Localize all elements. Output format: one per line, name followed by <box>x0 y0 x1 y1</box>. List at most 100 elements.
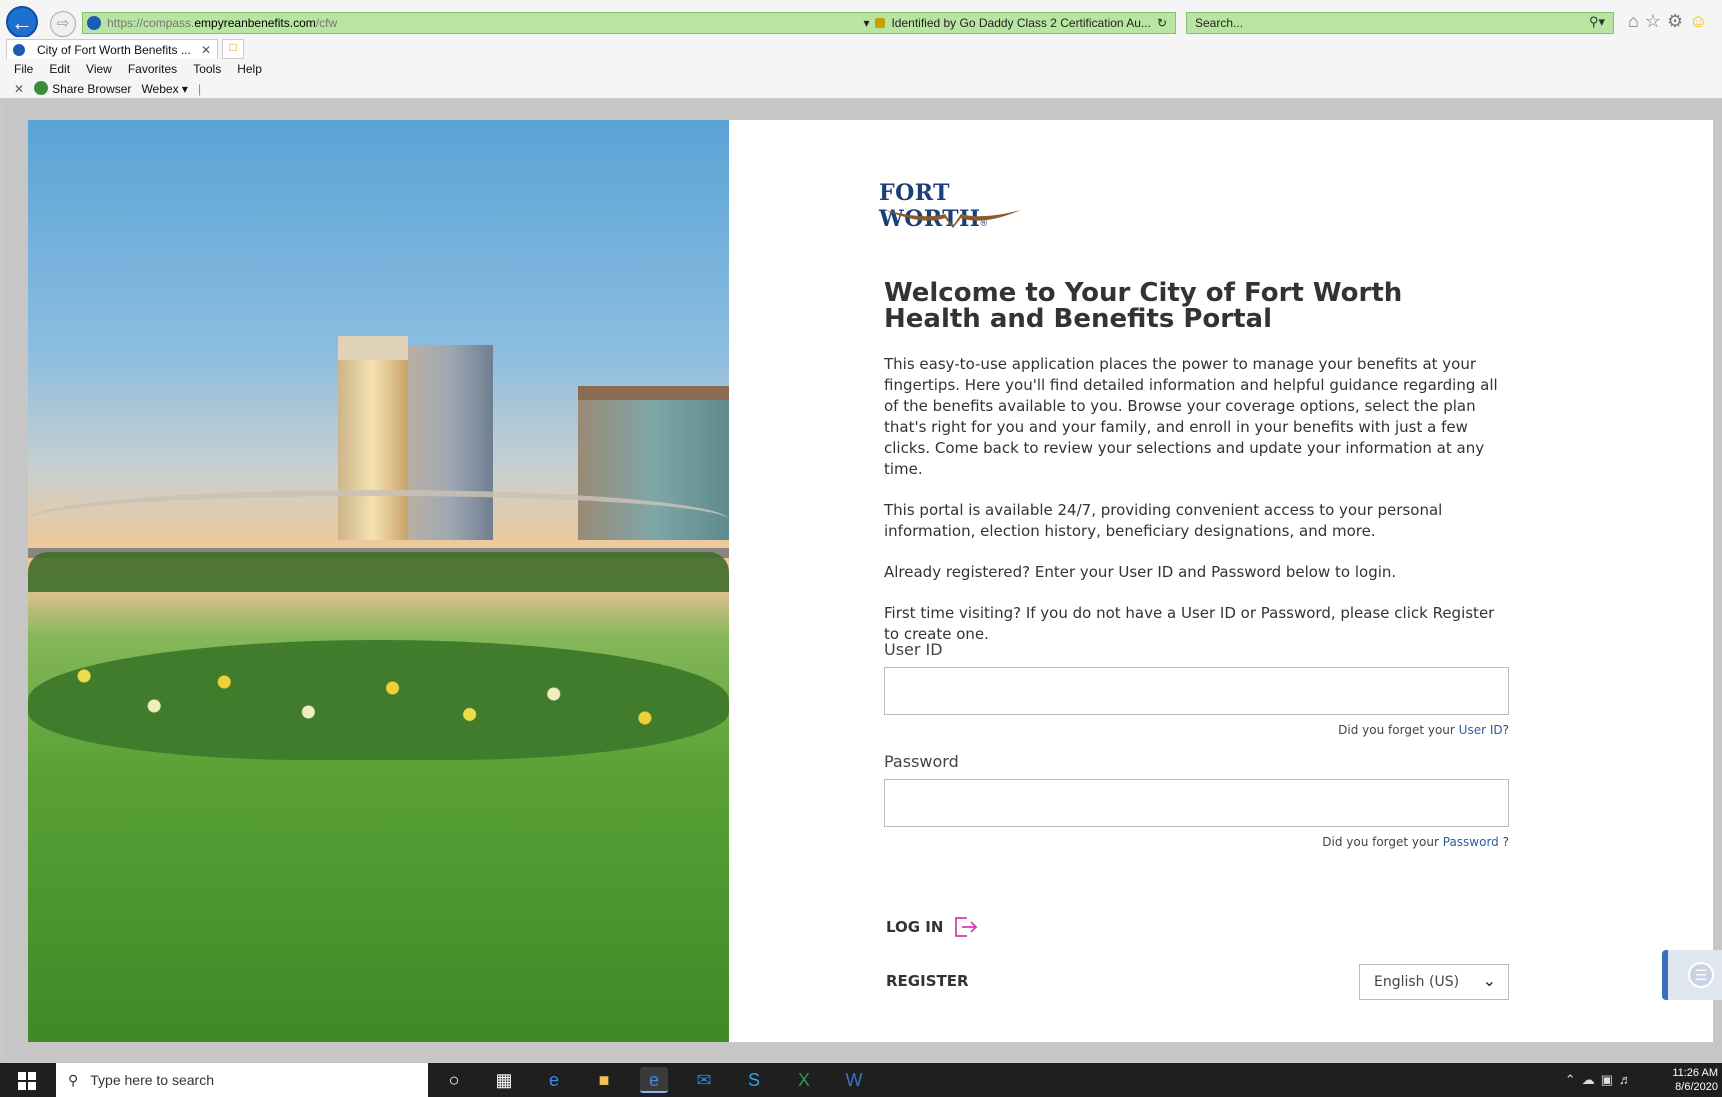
fort-worth-skyline-photo <box>28 120 729 1042</box>
tab-city-of-fort-worth[interactable]: City of Fort Worth Benefits ... ✕ <box>6 39 218 59</box>
chevron-down-icon: ⌄ <box>1482 971 1496 990</box>
forgot-userid-prefix: Did you forget your <box>1338 723 1455 737</box>
back-arrow-icon[interactable]: ← <box>6 6 38 38</box>
language-select[interactable]: English (US) ⌄ <box>1359 964 1509 1000</box>
favorites-bar: ✕ Share Browser Webex ▾ | <box>0 79 1722 99</box>
password-label: Password <box>884 752 959 771</box>
search-icon[interactable]: ⚲▾ <box>1589 14 1605 30</box>
refresh-icon[interactable]: ↻ <box>1157 16 1167 30</box>
menu-favorites[interactable]: Favorites <box>128 62 177 76</box>
url-host: empyreanbenefits.com <box>194 16 316 30</box>
feedback-smiley-icon[interactable]: ☺ <box>1689 11 1713 31</box>
skype-icon[interactable]: S <box>740 1067 768 1093</box>
webex-menu[interactable]: Webex ▾ <box>141 82 188 96</box>
menu-help[interactable]: Help <box>237 62 262 76</box>
search-icon: ⚲ <box>68 1071 79 1088</box>
chevron-down-icon: ▾ <box>181 81 188 96</box>
internet-explorer-icon[interactable]: e <box>640 1067 668 1093</box>
onedrive-icon[interactable]: ☁ <box>1582 1072 1601 1087</box>
menu-file[interactable]: File <box>14 62 33 76</box>
photo-trees <box>28 552 729 592</box>
page-title: Welcome to Your City of Fort Worth Healt… <box>884 280 1509 332</box>
taskbar-apps: ○ ▦ e ■ e ✉ S X W <box>440 1067 868 1093</box>
browser-search-input[interactable]: Search... ⚲▾ <box>1186 12 1614 34</box>
toolbar-divider: | <box>197 81 202 96</box>
windows-taskbar: ⚲ Type here to search ○ ▦ e ■ e ✉ S X W … <box>0 1063 1722 1097</box>
share-browser-button[interactable]: Share Browser <box>34 81 131 96</box>
chat-icon: ☰ <box>1688 962 1714 988</box>
login-arrow-icon <box>955 917 978 937</box>
outlook-icon[interactable]: ✉ <box>690 1067 718 1093</box>
login-button[interactable]: LOG IN <box>886 916 979 938</box>
system-tray: ⌃☁▣♬ <box>1565 1072 1638 1088</box>
intro-paragraph: This easy-to-use application places the … <box>884 355 1498 478</box>
first-time-paragraph: First time visiting? If you do not have … <box>884 604 1495 643</box>
cortana-icon[interactable]: ○ <box>440 1067 468 1093</box>
word-icon[interactable]: W <box>840 1067 868 1093</box>
registered-paragraph: Already registered? Enter your User ID a… <box>884 563 1397 581</box>
menu-view[interactable]: View <box>86 62 112 76</box>
certificate-info[interactable]: ▾ Identified by Go Daddy Class 2 Certifi… <box>863 16 1167 30</box>
site-favicon-icon <box>87 16 101 30</box>
windows-start-icon[interactable] <box>18 1072 36 1090</box>
excel-icon[interactable]: X <box>790 1067 818 1093</box>
forgot-userid-text: Did you forget your User ID? <box>1338 723 1509 737</box>
chevron-up-icon[interactable]: ⌃ <box>1565 1072 1582 1087</box>
certificate-text: Identified by Go Daddy Class 2 Certifica… <box>891 16 1151 30</box>
file-explorer-icon[interactable]: ■ <box>590 1067 618 1093</box>
edge-icon[interactable]: e <box>540 1067 568 1093</box>
lock-icon <box>875 18 886 28</box>
favorites-star-icon[interactable]: ☆ <box>1645 11 1667 31</box>
forgot-password-link[interactable]: Password <box>1443 835 1499 849</box>
forgot-password-prefix: Did you forget your <box>1322 835 1439 849</box>
fort-worth-logo: FORT WORTH® <box>879 180 1029 236</box>
browser-tab-bar: City of Fort Worth Benefits ... ✕ □ <box>0 37 1722 59</box>
forgot-userid-link[interactable]: User ID <box>1459 723 1503 737</box>
forgot-password-text: Did you forget your Password ? <box>1322 835 1509 849</box>
photo-building-crown <box>338 336 408 360</box>
page-title-line1: Welcome to Your City of Fort Worth <box>884 278 1403 308</box>
home-icon[interactable]: ⌂ <box>1628 11 1645 31</box>
taskbar-search-placeholder: Type here to search <box>90 1072 215 1088</box>
password-input[interactable] <box>884 779 1509 827</box>
share-browser-label: Share Browser <box>52 82 132 96</box>
url-prefix: https://compass. <box>107 16 195 30</box>
login-panel: FORT WORTH® Welcome to Your City of Fort… <box>729 120 1713 1042</box>
chat-widget-button[interactable]: ☰ <box>1662 950 1722 1000</box>
clock-date: 8/6/2020 <box>1675 1081 1718 1093</box>
browser-search-placeholder: Search... <box>1195 16 1244 30</box>
volume-icon[interactable]: ♬ <box>1619 1072 1638 1087</box>
share-icon <box>34 81 49 95</box>
taskbar-search-input[interactable]: ⚲ Type here to search <box>56 1063 428 1097</box>
page-body: FORT WORTH® Welcome to Your City of Fort… <box>4 99 1722 1063</box>
system-clock[interactable]: 11:26 AM 8/6/2020 <box>1672 1066 1718 1094</box>
userid-label: User ID <box>884 640 943 659</box>
webex-label: Webex <box>141 81 179 96</box>
userid-input[interactable] <box>884 667 1509 715</box>
new-tab-button[interactable]: □ <box>222 39 244 59</box>
menu-edit[interactable]: Edit <box>49 62 70 76</box>
gear-icon[interactable]: ⚙ <box>1667 11 1689 31</box>
register-button[interactable]: REGISTER <box>886 972 969 990</box>
screen: ← ⇨ https://compass. empyreanbenefits.com… <box>0 0 1722 1097</box>
task-view-icon[interactable]: ▦ <box>490 1067 518 1093</box>
login-label: LOG IN <box>886 918 944 936</box>
url-bar[interactable]: https://compass. empyreanbenefits.com/cfw… <box>82 12 1176 34</box>
clock-time: 11:26 AM <box>1672 1067 1718 1079</box>
photo-bridge-arches <box>28 490 729 550</box>
language-value: English (US) <box>1374 974 1460 990</box>
browser-toolbar-icons: ⌂☆⚙☺ <box>1628 11 1714 32</box>
menu-tools[interactable]: Tools <box>193 62 221 76</box>
page-title-line2: Health and Benefits Portal <box>884 304 1273 334</box>
photo-flower-bed <box>28 640 729 760</box>
network-icon[interactable]: ▣ <box>1601 1072 1619 1087</box>
close-icon[interactable]: ✕ <box>201 43 211 57</box>
availability-paragraph: This portal is available 24/7, providing… <box>884 501 1443 540</box>
menu-bar: File Edit View Favorites Tools Help <box>0 59 1722 79</box>
forgot-password-suffix: ? <box>1498 835 1509 849</box>
welcome-content: Welcome to Your City of Fort Worth Healt… <box>884 280 1509 645</box>
forward-arrow-icon[interactable]: ⇨ <box>50 11 76 37</box>
close-icon[interactable]: ✕ <box>14 82 24 96</box>
tab-favicon-icon <box>13 43 25 56</box>
dropdown-arrow-icon[interactable]: ▾ <box>863 16 869 30</box>
